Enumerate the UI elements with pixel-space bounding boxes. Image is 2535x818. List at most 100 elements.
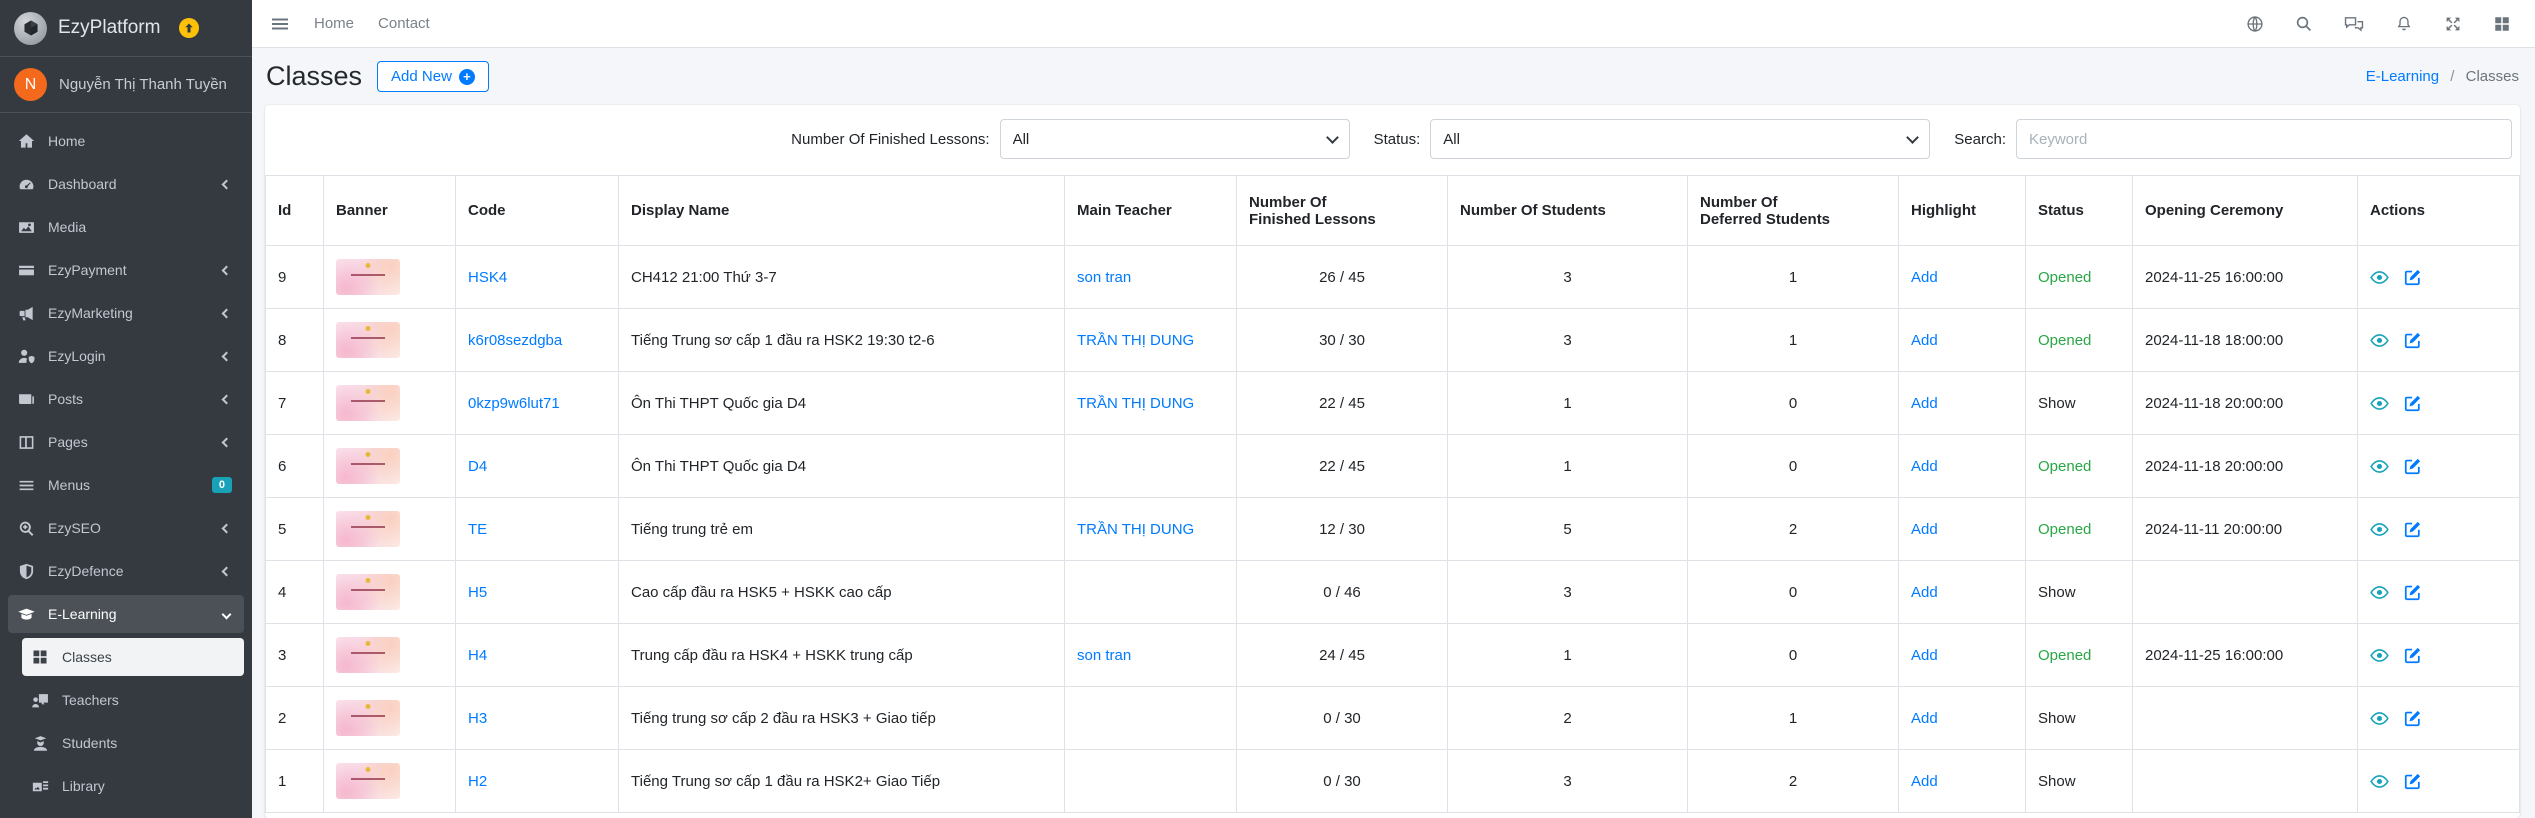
class-code-link[interactable]: k6r08sezdgba	[468, 332, 562, 349]
class-display-name: Trung cấp đầu ra HSK4 + HSKK trung cấp	[618, 623, 1065, 687]
finished-lessons-select-wrap: All	[999, 119, 1350, 159]
topnav-contact-link[interactable]: Contact	[378, 15, 430, 32]
highlight-add-link[interactable]: Add	[1911, 269, 1938, 286]
sidebar-item-ezylogin[interactable]: EzyLogin	[8, 337, 244, 375]
deferred-students-cell: 0	[1687, 434, 1899, 498]
edit-class-button[interactable]	[2403, 268, 2422, 287]
highlight-add-link[interactable]: Add	[1911, 521, 1938, 538]
sidebar-item-media[interactable]: Media	[8, 208, 244, 246]
class-display-name: Ôn Thi THPT Quốc gia D4	[618, 371, 1065, 435]
sidebar-item-menus[interactable]: Menus 0	[8, 466, 244, 504]
table-body: 9 HSK4 CH412 21:00 Thứ 3-7 son tran 26 / 45 3…	[265, 245, 2520, 813]
search-input[interactable]	[2016, 119, 2512, 159]
view-class-button[interactable]	[2370, 268, 2389, 287]
user-shield-icon	[18, 348, 48, 365]
class-code-link[interactable]: H2	[468, 773, 487, 790]
status-select[interactable]: All	[1430, 119, 1931, 159]
deferred-students-cell: 2	[1687, 497, 1899, 561]
highlight-add-link[interactable]: Add	[1911, 773, 1938, 790]
finished-lessons-cell: 26 / 45	[1236, 245, 1448, 309]
sidebar-item-home[interactable]: Home	[8, 122, 244, 160]
globe-icon[interactable]	[2246, 15, 2264, 33]
view-class-button[interactable]	[2370, 331, 2389, 350]
view-class-button[interactable]	[2370, 772, 2389, 791]
comments-icon[interactable]	[2344, 15, 2364, 33]
sidebar-item-classes[interactable]: Classes	[22, 638, 244, 676]
view-class-button[interactable]	[2370, 583, 2389, 602]
columns-icon	[18, 434, 48, 451]
sidebar-item-ezypayment[interactable]: EzyPayment	[8, 251, 244, 289]
main-teacher-link[interactable]: son tran	[1077, 647, 1131, 664]
highlight-add-link[interactable]: Add	[1911, 584, 1938, 601]
sidebar-item-posts[interactable]: Posts	[8, 380, 244, 418]
chevron-left-icon	[221, 308, 232, 318]
class-code-link[interactable]: 0kzp9w6lut71	[468, 395, 560, 412]
view-class-button[interactable]	[2370, 394, 2389, 413]
view-class-button[interactable]	[2370, 457, 2389, 476]
search-icon[interactable]	[2295, 15, 2313, 33]
column-header-main-teacher: Main Teacher	[1064, 175, 1237, 246]
sidebar-item-pages[interactable]: Pages	[8, 423, 244, 461]
user-panel[interactable]: N Nguyễn Thị Thanh Tuyền	[0, 57, 252, 113]
user-avatar: N	[14, 68, 47, 101]
edit-class-button[interactable]	[2403, 394, 2422, 413]
edit-class-button[interactable]	[2403, 646, 2422, 665]
column-header-number-of-students: Number Of Students	[1447, 175, 1688, 246]
highlight-add-link[interactable]: Add	[1911, 332, 1938, 349]
sidebar-item-teachers[interactable]: Teachers	[22, 681, 244, 719]
view-class-button[interactable]	[2370, 709, 2389, 728]
status-cell: Opened	[2025, 245, 2133, 309]
sidebar-item-students[interactable]: Students	[22, 724, 244, 762]
class-code-link[interactable]: H3	[468, 710, 487, 727]
grid-large-icon[interactable]	[2493, 15, 2511, 33]
sidebar-item-e-learning[interactable]: E-Learning	[8, 595, 244, 633]
sidebar-item-ezydefence[interactable]: EzyDefence	[8, 552, 244, 590]
class-code-link[interactable]: H5	[468, 584, 487, 601]
main-teacher-link[interactable]: son tran	[1077, 269, 1131, 286]
students-count-cell: 5	[1447, 497, 1688, 561]
class-banner-image	[336, 385, 400, 421]
edit-class-button[interactable]	[2403, 709, 2422, 728]
highlight-add-link[interactable]: Add	[1911, 458, 1938, 475]
sidebar-item-library[interactable]: Library	[22, 767, 244, 805]
edit-class-button[interactable]	[2403, 457, 2422, 476]
edit-class-button[interactable]	[2403, 583, 2422, 602]
fullscreen-icon[interactable]	[2444, 15, 2462, 33]
view-class-button[interactable]	[2370, 646, 2389, 665]
gauge-icon	[18, 176, 48, 193]
brand-bar[interactable]: EzyPlatform	[0, 0, 252, 57]
highlight-add-link[interactable]: Add	[1911, 395, 1938, 412]
chevron-left-icon	[221, 566, 232, 576]
main-teacher-link[interactable]: TRẦN THỊ DUNG	[1077, 521, 1194, 538]
bell-icon[interactable]	[2395, 15, 2413, 33]
sidebar-item-ezymarketing[interactable]: EzyMarketing	[8, 294, 244, 332]
view-class-button[interactable]	[2370, 520, 2389, 539]
sidebar-item-dashboard[interactable]: Dashboard	[8, 165, 244, 203]
breadcrumb-current: Classes	[2465, 68, 2519, 85]
highlight-add-link[interactable]: Add	[1911, 647, 1938, 664]
add-new-button[interactable]: Add New +	[377, 61, 489, 92]
finished-lessons-select[interactable]: All	[999, 119, 1350, 159]
home-icon	[18, 133, 48, 150]
class-code-link[interactable]: D4	[468, 458, 487, 475]
finished-lessons-cell: 30 / 30	[1236, 308, 1448, 372]
class-code-link[interactable]: TE	[468, 521, 487, 538]
edit-class-button[interactable]	[2403, 331, 2422, 350]
arrow-up-circle-icon[interactable]	[179, 18, 200, 38]
topnav-home-link[interactable]: Home	[314, 15, 354, 32]
column-header-actions: Actions	[2357, 175, 2520, 246]
sidebar-item-ezyseo[interactable]: EzySEO	[8, 509, 244, 547]
class-code-link[interactable]: H4	[468, 647, 487, 664]
class-code-link[interactable]: HSK4	[468, 269, 507, 286]
column-header-code: Code	[455, 175, 619, 246]
class-id: 1	[265, 749, 324, 813]
main-teacher-link[interactable]: TRẦN THỊ DUNG	[1077, 395, 1194, 412]
chevron-left-icon	[221, 179, 232, 189]
main-teacher-link[interactable]: TRẦN THỊ DUNG	[1077, 332, 1194, 349]
highlight-add-link[interactable]: Add	[1911, 710, 1938, 727]
breadcrumb-parent-link[interactable]: E-Learning	[2366, 68, 2439, 85]
edit-class-button[interactable]	[2403, 520, 2422, 539]
menu-toggle-icon[interactable]	[270, 14, 290, 34]
edit-class-button[interactable]	[2403, 772, 2422, 791]
status-select-wrap: All	[1430, 119, 1931, 159]
